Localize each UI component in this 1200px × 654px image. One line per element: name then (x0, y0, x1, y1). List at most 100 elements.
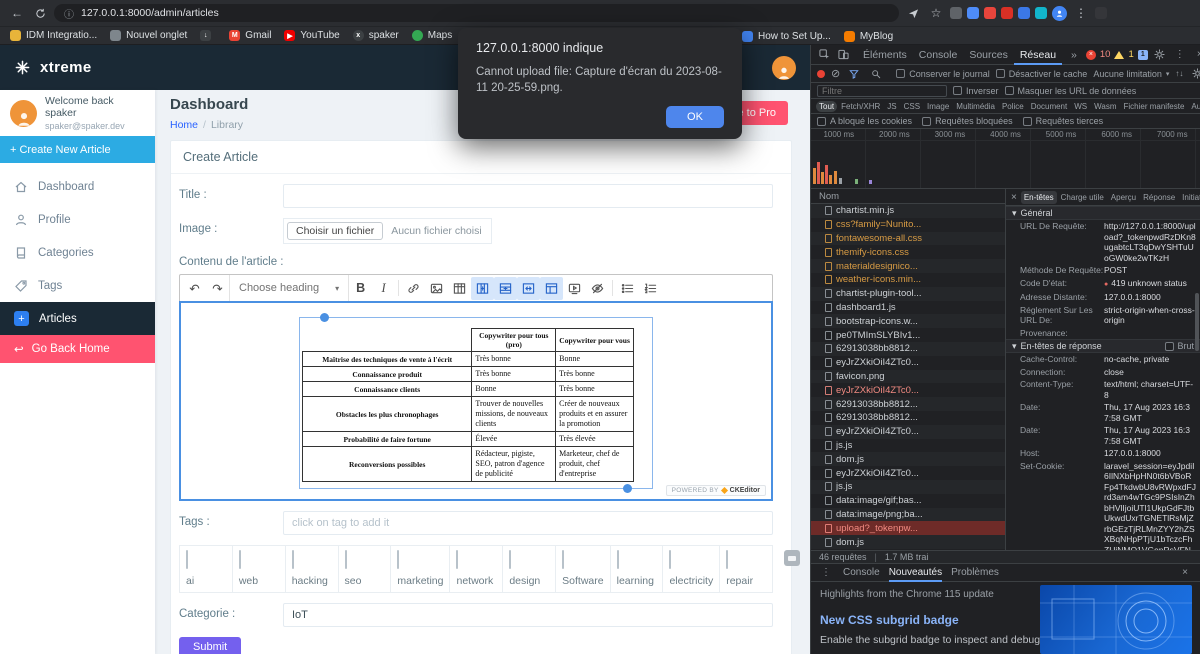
row-label-cell[interactable]: Probabilité de faire fortune (301, 431, 473, 447)
network-request-row[interactable]: eyJrZXkiOiI4ZTc0... (811, 356, 1005, 370)
network-request-row[interactable]: 62913038bb8812... (811, 341, 1005, 356)
site-info-icon[interactable]: ⓘ (64, 6, 74, 21)
submit-button[interactable]: Submit (179, 637, 242, 654)
tags-input[interactable] (283, 511, 773, 535)
bookmark-item[interactable]: IDM Integratio... (10, 30, 97, 41)
pro-cell[interactable]: Trouver de nouvelles missions, de nouvea… (471, 396, 557, 432)
tag-checkbox[interactable] (616, 550, 619, 569)
bookmark-item[interactable]: M Gmail (229, 30, 271, 41)
network-request-row[interactable]: upload?_tokenpw... (811, 521, 1005, 536)
vous-cell[interactable]: Très bonne (555, 381, 634, 397)
network-request-row[interactable]: materialdesignico... (811, 259, 1005, 273)
filter-chip[interactable]: Wasm (1091, 101, 1119, 112)
row-label-cell[interactable]: Maîtrise des techniques de vente à l'écr… (301, 351, 473, 367)
sidebar-item-categories[interactable]: Categories (0, 236, 155, 269)
details-tab[interactable]: Charge utile (1058, 193, 1107, 202)
filter-chip[interactable]: Autre (1188, 101, 1200, 112)
blocked-requests-toggle[interactable]: Requêtes bloquées (922, 116, 1013, 126)
error-badge-icon[interactable]: × (1085, 49, 1096, 60)
sidebar-user-block[interactable]: Welcome back spaker spaker@spaker.dev (0, 90, 155, 136)
drawer-tab[interactable]: Console (843, 564, 880, 582)
network-request-row[interactable]: fontawesome-all.css (811, 231, 1005, 246)
tag-checkbox[interactable] (397, 550, 400, 569)
filter-chip[interactable]: Tout (816, 100, 838, 112)
extension-icon[interactable] (1035, 7, 1047, 19)
drawer-kebab-icon[interactable]: ⋮ (818, 565, 834, 581)
insert-table-icon[interactable] (448, 277, 471, 300)
redo-icon[interactable]: ↷ (206, 277, 229, 300)
network-request-row[interactable]: bootstrap-icons.w... (811, 314, 1005, 329)
pro-cell[interactable]: Élevée (471, 431, 557, 447)
network-request-row[interactable]: js.js (811, 439, 1005, 453)
preserve-log-toggle[interactable]: Conserver le journal (896, 69, 990, 79)
disable-cache-toggle[interactable]: Désactiver le cache (995, 69, 1087, 79)
network-settings-gear-icon[interactable] (1189, 66, 1200, 82)
extension-icon[interactable] (984, 7, 996, 19)
sidebar-item-articles[interactable]: + Articles (0, 302, 155, 335)
details-tab[interactable]: Aperçu (1108, 193, 1139, 202)
bookmark-item[interactable]: Nouvel onglet (110, 30, 187, 41)
breadcrumb-home[interactable]: Home (170, 119, 198, 131)
network-request-row[interactable]: 62913038bb8812... (811, 397, 1005, 411)
devtools-close-icon[interactable]: × (1192, 47, 1200, 63)
network-request-row[interactable]: eyJrZXkiOiI4ZTc0... (811, 466, 1005, 480)
row-label-cell[interactable]: Connaissance clients (301, 381, 473, 397)
vous-cell[interactable]: Marketeur, chef de produit, chef d'entre… (555, 446, 634, 482)
filter-funnel-icon[interactable] (846, 66, 862, 82)
devtools-tab[interactable]: Éléments (857, 45, 913, 65)
row-label-cell[interactable]: Reconversions possibles (301, 446, 473, 482)
app-icon[interactable] (1095, 7, 1107, 19)
editor-content-area[interactable]: Copywriter pour tous (pro) Copywriter po… (179, 301, 773, 501)
devtools-tab[interactable]: Sources (963, 45, 1014, 65)
blocked-cookies-toggle[interactable]: A bloqué les cookies (817, 116, 912, 126)
settings-gear-icon[interactable] (1152, 47, 1168, 63)
drawer-tab[interactable]: Nouveautés (889, 564, 942, 582)
network-request-row[interactable]: dom.js (811, 452, 1005, 467)
error-count[interactable]: 10 (1100, 49, 1111, 60)
invert-toggle[interactable]: Inverser (953, 86, 999, 96)
network-request-row[interactable]: favicon.png (811, 369, 1005, 384)
go-back-home-button[interactable]: ↩ Go Back Home (0, 335, 155, 363)
bookmark-item[interactable]: ▶ YouTube (284, 30, 340, 41)
bookmark-item[interactable]: MyBlog (843, 31, 893, 42)
devtools-tab[interactable]: Console (913, 45, 964, 65)
warning-count[interactable]: 1 (1128, 49, 1133, 60)
back-icon[interactable]: ← (8, 4, 26, 22)
network-request-row[interactable]: chartist.min.js (811, 204, 1005, 218)
numbered-list-icon[interactable] (639, 277, 662, 300)
reload-icon[interactable] (31, 4, 49, 22)
network-request-row[interactable]: js.js (811, 479, 1005, 494)
tag-checkbox[interactable] (669, 550, 672, 569)
filter-chip[interactable]: WS (1071, 101, 1090, 112)
tag-checkbox[interactable] (726, 550, 729, 569)
list-scrollbar-thumb[interactable] (1195, 293, 1199, 351)
tag-checkbox[interactable] (344, 550, 347, 569)
title-input[interactable] (283, 184, 773, 208)
request-list-header[interactable]: Nom (811, 189, 1005, 204)
tag-checkbox[interactable] (562, 550, 565, 569)
vous-cell[interactable]: Très élevée (555, 431, 634, 447)
inspect-element-icon[interactable] (816, 47, 832, 63)
filter-chip[interactable]: Police (999, 101, 1027, 112)
media-embed-icon[interactable] (563, 277, 586, 300)
filter-chip[interactable]: Document (1028, 101, 1070, 112)
pro-cell[interactable]: Très bonne (471, 366, 557, 382)
header-avatar[interactable] (772, 55, 796, 80)
chat-widget-icon[interactable] (784, 550, 800, 566)
url-bar[interactable]: ⓘ 127.0.0.1:8000/admin/articles (54, 4, 899, 22)
filter-chip[interactable]: Fetch/XHR (838, 101, 883, 112)
filter-chip[interactable]: JS (884, 101, 899, 112)
filter-input[interactable] (817, 84, 947, 97)
filter-chip[interactable]: Fichier manifeste (1121, 101, 1188, 112)
search-icon[interactable] (868, 66, 884, 82)
undo-icon[interactable]: ↶ (183, 277, 206, 300)
bookmark-item[interactable]: Maps (411, 30, 452, 41)
general-section-header[interactable]: ▾ Général (1006, 206, 1200, 220)
sidebar-item-dashboard[interactable]: Dashboard (0, 170, 155, 203)
bold-button[interactable]: B (349, 277, 372, 300)
comparison-table[interactable]: Copywriter pour tous (pro) Copywriter po… (301, 328, 634, 482)
network-request-row[interactable]: dom.js (811, 535, 1005, 549)
selection-handle-icon[interactable] (623, 484, 632, 493)
sidebar-item-tags[interactable]: Tags (0, 269, 155, 302)
vous-cell[interactable]: Bonne (555, 351, 634, 367)
